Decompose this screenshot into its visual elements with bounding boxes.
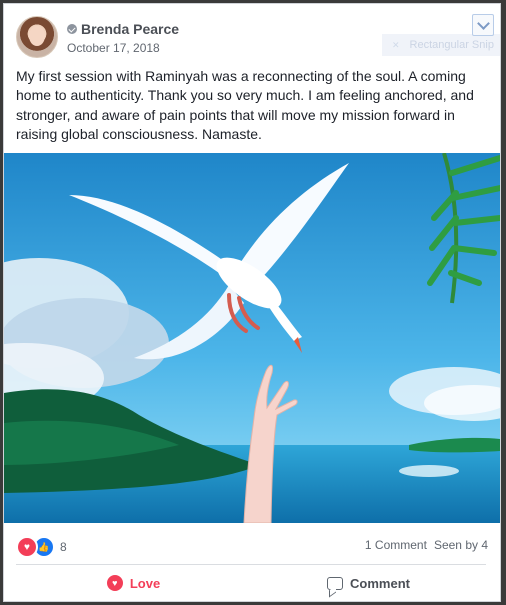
comment-label: Comment bbox=[350, 575, 410, 591]
post-photo[interactable] bbox=[4, 153, 500, 523]
seen-count[interactable]: Seen by 4 bbox=[434, 538, 488, 552]
post-header: Brenda Pearce October 17, 2018 Rectangul… bbox=[4, 4, 500, 64]
overlay-label: Rectangular Snip bbox=[382, 34, 500, 56]
author-avatar[interactable] bbox=[16, 16, 58, 58]
love-button[interactable]: ♥ Love bbox=[16, 565, 251, 601]
post-card: Brenda Pearce October 17, 2018 Rectangul… bbox=[3, 3, 501, 602]
comment-button[interactable]: Comment bbox=[251, 565, 486, 601]
reactions-summary[interactable]: ♥ 👍 8 bbox=[16, 536, 67, 558]
post-stats: ♥ 👍 8 1 Comment Seen by 4 bbox=[4, 525, 500, 561]
stats-right: 1 Comment Seen by 4 bbox=[365, 538, 488, 552]
comment-count[interactable]: 1 Comment bbox=[365, 538, 427, 552]
post-actions: ♥ Love Comment bbox=[16, 564, 486, 601]
comment-bubble-icon bbox=[327, 576, 344, 590]
post-menu-button[interactable] bbox=[472, 14, 494, 36]
verified-check-icon bbox=[67, 24, 77, 34]
reaction-count[interactable]: 8 bbox=[60, 540, 67, 554]
author-name[interactable]: Brenda Pearce bbox=[81, 21, 179, 37]
chevron-down-icon bbox=[476, 17, 490, 30]
post-photo-illustration bbox=[4, 153, 500, 523]
post-date[interactable]: October 17, 2018 bbox=[67, 41, 160, 55]
post-text: My first session with Raminyah was a rec… bbox=[16, 68, 474, 143]
heart-icon: ♥ bbox=[16, 536, 38, 558]
love-label: Love bbox=[129, 575, 161, 591]
heart-icon: ♥ bbox=[106, 575, 123, 591]
avatar-face bbox=[29, 26, 45, 46]
author-row: Brenda Pearce bbox=[67, 21, 179, 37]
